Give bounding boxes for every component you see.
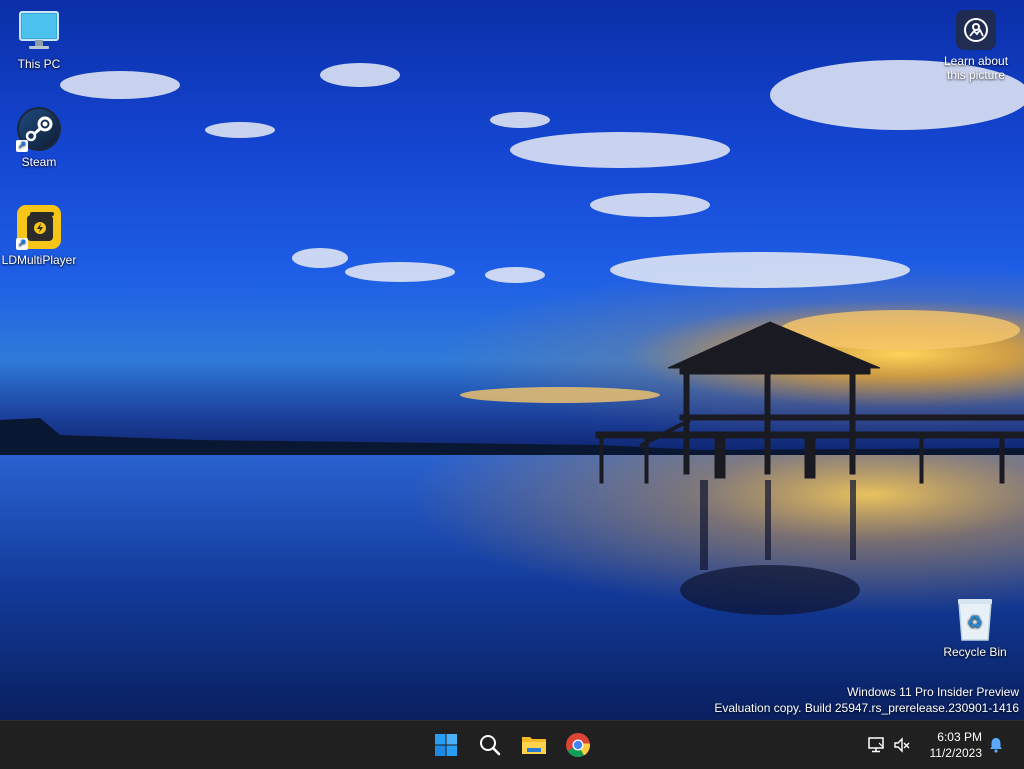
- desktop-icon-ldmultiplayer[interactable]: ↗ LDMultiPlayer: [1, 204, 77, 267]
- chrome-icon: [566, 733, 590, 758]
- ldmultiplayer-icon: ↗: [16, 204, 62, 250]
- windows-start-icon: [435, 734, 457, 756]
- folder-icon: [522, 737, 546, 754]
- notification-bell-icon[interactable]: [986, 735, 1006, 755]
- clock-date: 11/2/2023: [929, 746, 983, 760]
- monitor-icon: [16, 8, 62, 54]
- watermark-line2: Evaluation copy. Build 25947.rs_prerelea…: [714, 701, 1019, 715]
- recycle-bin-icon: ♻: [952, 596, 998, 642]
- desktop-icon-steam[interactable]: ↗ Steam: [1, 106, 77, 169]
- learn-about-line1: Learn about: [943, 54, 1009, 68]
- search-icon: [480, 735, 501, 756]
- watermark-line1: Windows 11 Pro Insider Preview: [847, 685, 1019, 699]
- clock[interactable]: 6:03 PM 11/2/2023: [930, 729, 983, 761]
- search-button[interactable]: [472, 727, 508, 763]
- desktop-icon-label: Steam: [21, 155, 57, 169]
- steam-icon: ↗: [16, 106, 62, 152]
- camera-pin-icon: [956, 10, 996, 50]
- clock-time: 6:03 PM: [937, 730, 982, 744]
- network-icon[interactable]: [866, 735, 886, 755]
- learn-about-line2: this picture: [946, 68, 1006, 82]
- desktop-icon-this-pc[interactable]: This PC: [1, 8, 77, 71]
- desktop-icon-label: This PC: [17, 57, 61, 71]
- shortcut-arrow-icon: ↗: [16, 238, 28, 250]
- wallpaper-image: [0, 60, 1024, 720]
- file-explorer-button[interactable]: [516, 727, 552, 763]
- windows-evaluation-watermark: Windows 11 Pro Insider Preview Evaluatio…: [714, 684, 1019, 716]
- start-button[interactable]: [428, 727, 464, 763]
- chrome-button[interactable]: [560, 727, 596, 763]
- desktop-icon-label: Recycle Bin: [943, 645, 1007, 659]
- volume-muted-icon[interactable]: [892, 735, 912, 755]
- svg-text:♻: ♻: [967, 612, 983, 633]
- learn-about-picture-button[interactable]: Learn about this picture: [936, 10, 1016, 82]
- taskbar: 6:03 PM 11/2/2023: [0, 720, 1024, 769]
- desktop-icon-label: LDMultiPlayer: [1, 253, 77, 267]
- shortcut-arrow-icon: ↗: [16, 140, 28, 152]
- desktop[interactable]: This PC ↗ Steam ↗ LDMultiPlayer ♻ Recycl…: [0, 0, 1024, 720]
- desktop-icon-recycle-bin[interactable]: ♻ Recycle Bin: [937, 596, 1013, 659]
